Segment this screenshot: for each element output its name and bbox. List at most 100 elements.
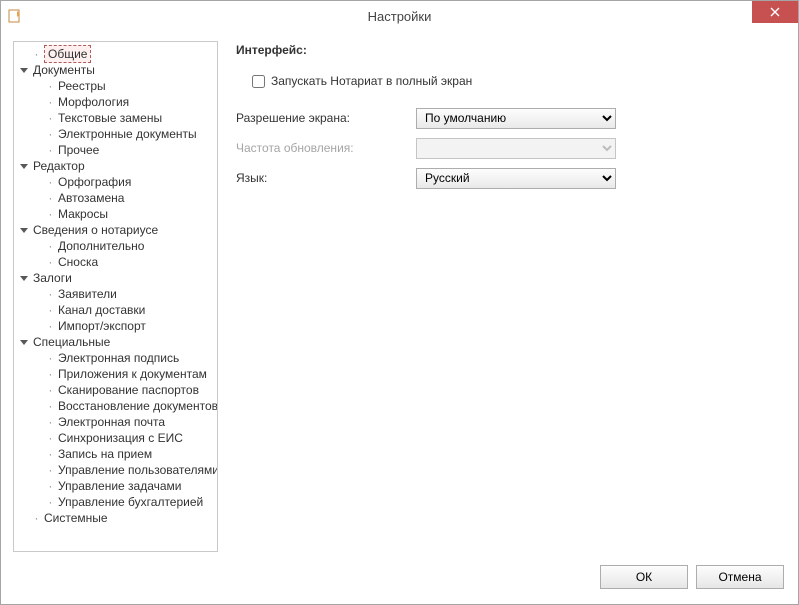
tree-branch-label: Залоги bbox=[31, 270, 74, 286]
tree-item-special-8[interactable]: ·Управление задачами bbox=[32, 478, 215, 494]
tree-branch-documents[interactable]: Документы bbox=[18, 62, 215, 78]
tree-item-special-4[interactable]: ·Электронная почта bbox=[32, 414, 215, 430]
tree-branch-editor[interactable]: Редактор bbox=[18, 158, 215, 174]
tree-item-documents-4[interactable]: ·Прочее bbox=[32, 142, 215, 158]
tree-item-label: Макросы bbox=[56, 206, 110, 222]
expand-icon[interactable] bbox=[18, 225, 29, 236]
tree-item-label: Управление бухгалтерией bbox=[56, 494, 205, 510]
tree-item-label: Автозамена bbox=[56, 190, 126, 206]
tree-item-special-9[interactable]: ·Управление бухгалтерией bbox=[32, 494, 215, 510]
tree-branch-pledge[interactable]: Залоги bbox=[18, 270, 215, 286]
ok-button[interactable]: ОК bbox=[600, 565, 688, 589]
tree-item-special-7[interactable]: ·Управление пользователями bbox=[32, 462, 215, 478]
panel-heading: Интерфейс: bbox=[236, 43, 782, 57]
tree-item-documents-2[interactable]: ·Текстовые замены bbox=[32, 110, 215, 126]
tree-item-general[interactable]: ·Общие bbox=[18, 46, 215, 62]
tree-connector: · bbox=[45, 190, 56, 206]
tree-item-label: Морфология bbox=[56, 94, 131, 110]
tree-item-special-2[interactable]: ·Сканирование паспортов bbox=[32, 382, 215, 398]
refresh-label: Частота обновления: bbox=[236, 141, 416, 155]
tree-branch-label: Редактор bbox=[31, 158, 87, 174]
tree-item-label: Приложения к документам bbox=[56, 366, 209, 382]
tree-connector: · bbox=[45, 78, 56, 94]
tree-item-notary-0[interactable]: ·Дополнительно bbox=[32, 238, 215, 254]
tree-item-documents-0[interactable]: ·Реестры bbox=[32, 78, 215, 94]
tree-item-label: Сканирование паспортов bbox=[56, 382, 201, 398]
tree-branch-special[interactable]: Специальные bbox=[18, 334, 215, 350]
tree-connector: · bbox=[45, 110, 56, 126]
tree-item-pledge-2[interactable]: ·Импорт/экспорт bbox=[32, 318, 215, 334]
footer: ОК Отмена bbox=[1, 558, 798, 604]
expand-icon[interactable] bbox=[18, 337, 29, 348]
tree-item-label: Прочее bbox=[56, 142, 101, 158]
tree-connector: · bbox=[45, 350, 56, 366]
tree-connector: · bbox=[45, 126, 56, 142]
cancel-button[interactable]: Отмена bbox=[696, 565, 784, 589]
close-button[interactable] bbox=[752, 1, 798, 23]
tree-item-system[interactable]: ·Системные bbox=[18, 510, 215, 526]
tree-connector: · bbox=[45, 446, 56, 462]
tree-item-editor-1[interactable]: ·Автозамена bbox=[32, 190, 215, 206]
tree-item-notary-1[interactable]: ·Сноска bbox=[32, 254, 215, 270]
language-label: Язык: bbox=[236, 171, 416, 185]
resolution-select[interactable]: По умолчанию bbox=[416, 108, 616, 129]
fullscreen-row: Запускать Нотариат в полный экран bbox=[252, 71, 782, 91]
tree-connector: · bbox=[45, 206, 56, 222]
tree-connector: · bbox=[31, 510, 42, 526]
tree-connector: · bbox=[45, 94, 56, 110]
tree-connector: · bbox=[45, 430, 56, 446]
tree-connector: · bbox=[45, 142, 56, 158]
tree-item-documents-1[interactable]: ·Морфология bbox=[32, 94, 215, 110]
tree-item-label: Общие bbox=[44, 45, 91, 63]
tree-item-label: Заявители bbox=[56, 286, 119, 302]
refresh-row: Частота обновления: bbox=[236, 135, 782, 161]
tree-item-special-6[interactable]: ·Запись на прием bbox=[32, 446, 215, 462]
main-panel: Интерфейс: Запускать Нотариат в полный э… bbox=[232, 41, 786, 552]
tree-item-label: Запись на прием bbox=[56, 446, 154, 462]
tree-item-label: Электронная подпись bbox=[56, 350, 181, 366]
tree-connector: · bbox=[45, 302, 56, 318]
resolution-label: Разрешение экрана: bbox=[236, 111, 416, 125]
tree-item-label: Текстовые замены bbox=[56, 110, 164, 126]
tree-item-label: Дополнительно bbox=[56, 238, 146, 254]
tree-connector: · bbox=[45, 254, 56, 270]
tree-item-label: Управление пользователями bbox=[56, 462, 218, 478]
tree-item-label: Канал доставки bbox=[56, 302, 147, 318]
tree-item-label: Синхронизация с ЕИС bbox=[56, 430, 185, 446]
language-row: Язык: Русский bbox=[236, 165, 782, 191]
expand-icon[interactable] bbox=[18, 65, 29, 76]
expand-icon[interactable] bbox=[18, 273, 29, 284]
window-title: Настройки bbox=[1, 9, 798, 24]
tree-item-label: Электронные документы bbox=[56, 126, 199, 142]
tree-item-label: Управление задачами bbox=[56, 478, 184, 494]
expand-icon[interactable] bbox=[18, 161, 29, 172]
tree-connector: · bbox=[45, 494, 56, 510]
tree-item-special-1[interactable]: ·Приложения к документам bbox=[32, 366, 215, 382]
tree-item-special-5[interactable]: ·Синхронизация с ЕИС bbox=[32, 430, 215, 446]
tree-connector: · bbox=[45, 174, 56, 190]
tree-item-editor-0[interactable]: ·Орфография bbox=[32, 174, 215, 190]
refresh-select bbox=[416, 138, 616, 159]
tree-item-pledge-1[interactable]: ·Канал доставки bbox=[32, 302, 215, 318]
language-select[interactable]: Русский bbox=[416, 168, 616, 189]
tree-item-pledge-0[interactable]: ·Заявители bbox=[32, 286, 215, 302]
app-icon bbox=[7, 8, 23, 24]
tree-branch-label: Документы bbox=[31, 62, 97, 78]
tree-item-label: Реестры bbox=[56, 78, 108, 94]
nav-tree: ·ОбщиеДокументы·Реестры·Морфология·Текст… bbox=[16, 46, 215, 526]
tree-item-label: Системные bbox=[42, 510, 110, 526]
tree-branch-notary[interactable]: Сведения о нотариусе bbox=[18, 222, 215, 238]
settings-window: Настройки ·ОбщиеДокументы·Реестры·Морфол… bbox=[0, 0, 799, 605]
tree-connector: · bbox=[45, 398, 56, 414]
tree-item-special-3[interactable]: ·Восстановление документов bbox=[32, 398, 215, 414]
tree-item-label: Восстановление документов bbox=[56, 398, 218, 414]
tree-connector: · bbox=[45, 462, 56, 478]
tree-item-label: Импорт/экспорт bbox=[56, 318, 148, 334]
tree-item-editor-2[interactable]: ·Макросы bbox=[32, 206, 215, 222]
tree-item-documents-3[interactable]: ·Электронные документы bbox=[32, 126, 215, 142]
tree-item-special-0[interactable]: ·Электронная подпись bbox=[32, 350, 215, 366]
fullscreen-label[interactable]: Запускать Нотариат в полный экран bbox=[271, 74, 472, 88]
tree-item-label: Орфография bbox=[56, 174, 133, 190]
tree-item-label: Электронная почта bbox=[56, 414, 167, 430]
fullscreen-checkbox[interactable] bbox=[252, 75, 265, 88]
